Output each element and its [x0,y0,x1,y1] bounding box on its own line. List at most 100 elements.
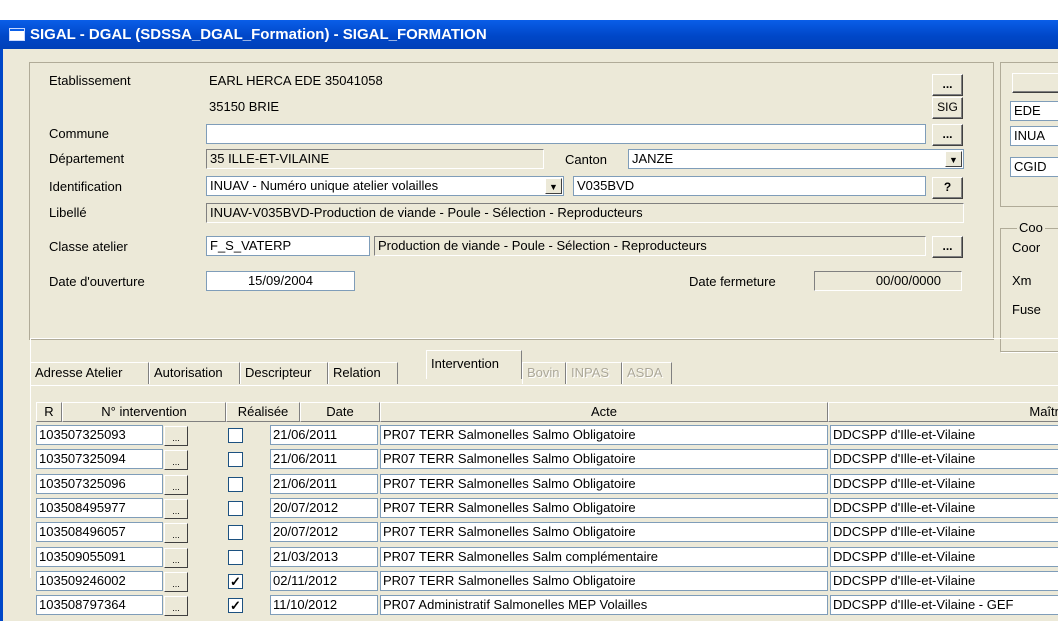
tab-autorisation[interactable]: Autorisation [149,362,240,384]
libelle-field: INUAV-V035BVD-Production de viande - Pou… [206,203,964,223]
realisee-checkbox[interactable] [228,550,243,565]
cell-date[interactable]: 21/06/2011 [270,449,378,469]
cell-acte[interactable]: PR07 Administratif Salmonelles MEP Volai… [380,595,828,615]
column-header-date[interactable]: Date [300,402,380,422]
sig-button[interactable]: SIG [932,97,963,119]
cell-maitre[interactable]: DDCSPP d'Ille-et-Vilaine [830,522,1058,542]
num-intervention-browse-button[interactable]: ... [164,475,188,495]
cell-acte[interactable]: PR07 TERR Salmonelles Salmo Obligatoire [380,498,828,518]
cell-num-intervention[interactable]: 103507325093 [36,425,163,445]
cell-acte[interactable]: PR07 TERR Salmonelles Salmo Obligatoire [380,474,828,494]
cell-date[interactable]: 20/07/2012 [270,498,378,518]
cell-num-intervention[interactable]: 103509246002 [36,571,163,591]
tab-asda[interactable]: ASDA [622,362,672,384]
canton-dropdown-arrow[interactable]: ▼ [945,151,962,167]
cell-maitre[interactable]: DDCSPP d'Ille-et-Vilaine [830,498,1058,518]
commune-browse-button[interactable]: ... [932,124,963,146]
tab-relation[interactable]: Relation [328,362,398,384]
identification-dropdown-arrow[interactable]: ▼ [545,178,562,194]
cell-acte[interactable]: PR07 TERR Salmonelles Salmo Obligatoire [380,425,828,445]
cell-date[interactable]: 21/06/2011 [270,474,378,494]
table-row[interactable]: 103509246002... ✓ 02/11/2012 PR07 TERR Salm… [36,571,1058,593]
cell-num-intervention[interactable]: 103507325094 [36,449,163,469]
tab-inpas[interactable]: INPAS [566,362,622,384]
cell-maitre[interactable]: DDCSPP d'Ille-et-Vilaine - GEF [830,595,1058,615]
cell-maitre[interactable]: DDCSPP d'Ille-et-Vilaine [830,547,1058,567]
cell-acte[interactable]: PR07 TERR Salmonelles Salmo Obligatoire [380,449,828,469]
column-header-maitre[interactable]: Maîtr [828,402,1058,422]
departement-field: 35 ILLE-ET-VILAINE [206,149,544,169]
column-header-num-intervention[interactable]: N° intervention [62,402,226,422]
table-row[interactable]: 103507325094... 21/06/2011 PR07 TERR Salmo… [36,449,1058,471]
num-intervention-browse-button[interactable]: ... [164,596,188,616]
column-header-realisee[interactable]: Réalisée [226,402,300,422]
right-field-inuav[interactable]: INUA [1010,126,1058,146]
num-intervention-browse-button[interactable]: ... [164,499,188,519]
classe-atelier-label: Classe atelier [49,239,128,254]
tab-adresse-atelier[interactable]: Adresse Atelier [30,362,149,384]
num-intervention-browse-button[interactable]: ... [164,572,188,592]
window-title-bar[interactable]: SIGAL - DGAL (SDSSA_DGAL_Formation) - SI… [0,20,1058,49]
date-ouverture-input[interactable]: 15/09/2004 [206,271,355,291]
tab-panel-top-line [30,385,1058,386]
table-row[interactable]: 103509055091... 21/03/2013 PR07 TERR Salmo… [36,547,1058,569]
identification-label: Identification [49,179,122,194]
identification-value-input[interactable]: V035BVD [573,176,926,196]
num-intervention-browse-button[interactable]: ... [164,523,188,543]
cell-acte[interactable]: PR07 TERR Salmonelles Salm complémentair… [380,547,828,567]
cell-acte[interactable]: PR07 TERR Salmonelles Salmo Obligatoire [380,571,828,591]
identification-help-button[interactable]: ? [932,177,963,199]
cell-date[interactable]: 02/11/2012 [270,571,378,591]
tab-descripteur[interactable]: Descripteur [240,362,328,384]
interventions-grid: R N° intervention Réalisée Date Acte Maî… [36,402,1058,622]
classe-atelier-browse-button[interactable]: ... [932,236,963,258]
cell-num-intervention[interactable]: 103507325096 [36,474,163,494]
cell-date[interactable]: 21/06/2011 [270,425,378,445]
right-field-cgid[interactable]: CGID [1010,157,1058,177]
identification-type-select[interactable]: INUAV - Numéro unique atelier volailles [206,176,564,196]
num-intervention-browse-button[interactable]: ... [164,426,188,446]
cell-maitre[interactable]: DDCSPP d'Ille-et-Vilaine [830,449,1058,469]
cell-date[interactable]: 11/10/2012 [270,595,378,615]
cell-date[interactable]: 20/07/2012 [270,522,378,542]
right-panel-button[interactable] [1012,73,1058,93]
commune-input[interactable] [206,124,926,144]
cell-maitre[interactable]: DDCSPP d'Ille-et-Vilaine [830,425,1058,445]
column-header-r[interactable]: R [36,402,62,422]
realisee-checkbox[interactable]: ✓ [228,574,243,589]
table-row[interactable]: 103508496057... 20/07/2012 PR07 TERR Salmo… [36,522,1058,544]
coordinates-label: Coor [1012,240,1041,255]
table-row[interactable]: 103508797364... ✓ 11/10/2012 PR07 Administr… [36,595,1058,617]
table-row[interactable]: 103507325096... 21/06/2011 PR07 TERR Salmo… [36,474,1058,496]
realisee-checkbox[interactable] [228,452,243,467]
cell-maitre[interactable]: DDCSPP d'Ille-et-Vilaine [830,474,1058,494]
realisee-checkbox[interactable] [228,525,243,540]
cell-maitre[interactable]: DDCSPP d'Ille-et-Vilaine [830,571,1058,591]
coordinates-group-title: Coo [1017,220,1045,235]
info-panel [29,62,994,340]
table-row[interactable]: 103508495977... 20/07/2012 PR07 TERR Salmo… [36,498,1058,520]
fuseau-label: Fuse [1012,302,1041,317]
cell-date[interactable]: 21/03/2013 [270,547,378,567]
departement-label: Département [49,151,125,166]
num-intervention-browse-button[interactable]: ... [164,450,188,470]
table-row[interactable]: 103507325093... 21/06/2011 PR07 TERR Salmo… [36,425,1058,447]
num-intervention-browse-button[interactable]: ... [164,548,188,568]
realisee-checkbox[interactable] [228,477,243,492]
realisee-checkbox[interactable]: ✓ [228,598,243,613]
cell-num-intervention[interactable]: 103508797364 [36,595,163,615]
tab-intervention[interactable]: Intervention [426,350,522,379]
realisee-checkbox[interactable] [228,501,243,516]
realisee-checkbox[interactable] [228,428,243,443]
right-field-ede[interactable]: EDE [1010,101,1058,121]
classe-atelier-code-input[interactable]: F_S_VATERP [206,236,370,256]
cell-num-intervention[interactable]: 103508496057 [36,522,163,542]
column-header-acte[interactable]: Acte [380,402,828,422]
cell-num-intervention[interactable]: 103509055091 [36,547,163,567]
cell-num-intervention[interactable]: 103508495977 [36,498,163,518]
cell-acte[interactable]: PR07 TERR Salmonelles Salmo Obligatoire [380,522,828,542]
tab-bovin[interactable]: Bovin [522,362,566,384]
etablissement-browse-button[interactable]: ... [932,74,963,96]
canton-select[interactable]: JANZE [628,149,964,169]
classe-atelier-description: Production de viande - Poule - Sélection… [374,236,926,256]
